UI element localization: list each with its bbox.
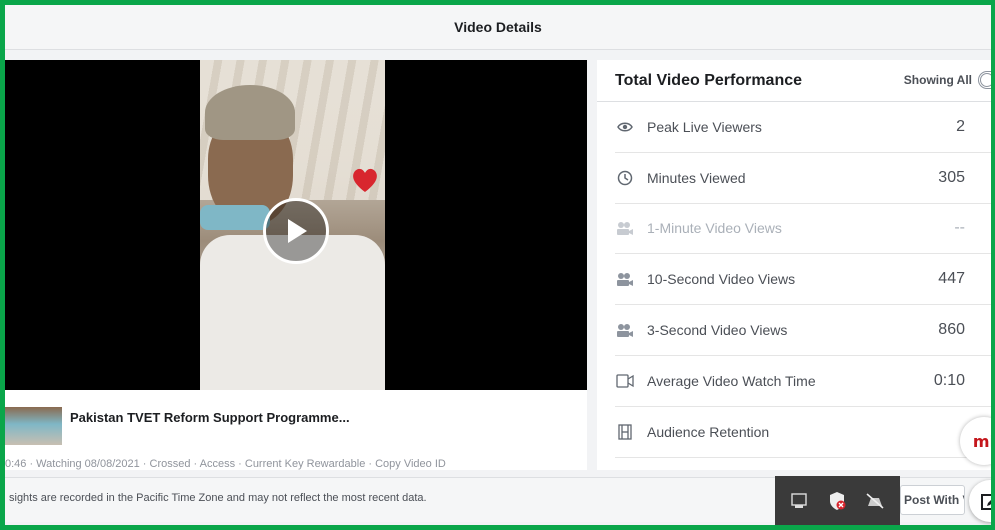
viewers-icon — [615, 269, 635, 289]
metric-label: 10-Second Video Views — [647, 271, 796, 288]
showing-all-label: Showing All — [903, 73, 972, 87]
post-title[interactable]: Pakistan TVET Reform Support Programme..… — [70, 410, 350, 425]
clock-icon — [615, 168, 635, 188]
dialog-header: Video Details — [5, 5, 991, 50]
screenshot-frame: Video Details Pakistan TVET Reform Suppo… — [0, 0, 995, 530]
metric-row-10-second-views[interactable]: 10-Second Video Views 447 › — [615, 254, 991, 306]
performance-header: Total Video Performance Showing All — [597, 60, 991, 102]
metric-label: Audience Retention — [647, 423, 770, 440]
showing-all-toggle[interactable] — [978, 71, 991, 89]
toggle-knob — [980, 73, 991, 87]
post-meta: 0:46 · Watching 08/08/2021 · Crossed · A… — [5, 458, 446, 470]
eye-icon — [615, 117, 635, 137]
person-mask — [200, 205, 270, 230]
edit-icon — [981, 494, 991, 510]
security-alert-icon[interactable] — [827, 491, 847, 511]
metric-label: Average Video Watch Time — [647, 372, 816, 389]
performance-panel: Total Video Performance Showing All Peak… — [597, 60, 991, 470]
viewers-icon — [615, 218, 635, 238]
video-camera-icon — [615, 371, 635, 391]
timezone-note: sights are recorded in the Pacific Time … — [9, 492, 427, 504]
logo-text: mi — [972, 431, 995, 451]
metric-value: 0:10 — [933, 371, 965, 389]
viewers-icon — [615, 320, 635, 340]
film-icon — [615, 422, 635, 442]
metric-row-audience-retention[interactable]: Audience Retention — [615, 407, 991, 458]
video-panel: Pakistan TVET Reform Support Programme..… — [5, 60, 587, 470]
metric-row-minutes-viewed[interactable]: Minutes Viewed 305 › — [615, 153, 991, 204]
metric-label: Peak Live Viewers — [647, 118, 762, 135]
system-tray — [775, 476, 900, 525]
metric-value: 305 — [938, 168, 965, 186]
performance-title: Total Video Performance — [615, 71, 803, 89]
notes-icon[interactable] — [790, 492, 810, 510]
metric-row-3-second-views[interactable]: 3-Second Video Views 860 › — [615, 305, 991, 356]
person-cap — [205, 85, 295, 140]
metric-row-1-minute-views[interactable]: 1-Minute Video Views -- › — [615, 204, 991, 255]
heart-decoration — [353, 168, 377, 192]
play-icon — [288, 219, 307, 243]
play-button[interactable] — [263, 198, 329, 264]
post-with-button[interactable]: Post With V — [900, 485, 965, 515]
metric-row-peak-live-viewers[interactable]: Peak Live Viewers 2 › — [615, 102, 991, 153]
metric-label: 3-Second Video Views — [647, 322, 788, 339]
metric-value: -- — [954, 219, 965, 237]
metric-value: 2 — [956, 117, 965, 135]
metric-value: 447 — [938, 270, 965, 288]
metric-label: 1-Minute Video Views — [647, 220, 782, 237]
metric-value: 860 — [938, 321, 965, 339]
metric-label: Minutes Viewed — [647, 169, 746, 186]
dialog-title: Video Details — [454, 19, 542, 35]
video-player[interactable] — [5, 60, 587, 390]
post-thumbnail[interactable] — [5, 407, 62, 445]
metric-row-average-watch-time[interactable]: Average Video Watch Time 0:10 › — [615, 356, 991, 407]
network-off-icon[interactable] — [865, 492, 885, 510]
